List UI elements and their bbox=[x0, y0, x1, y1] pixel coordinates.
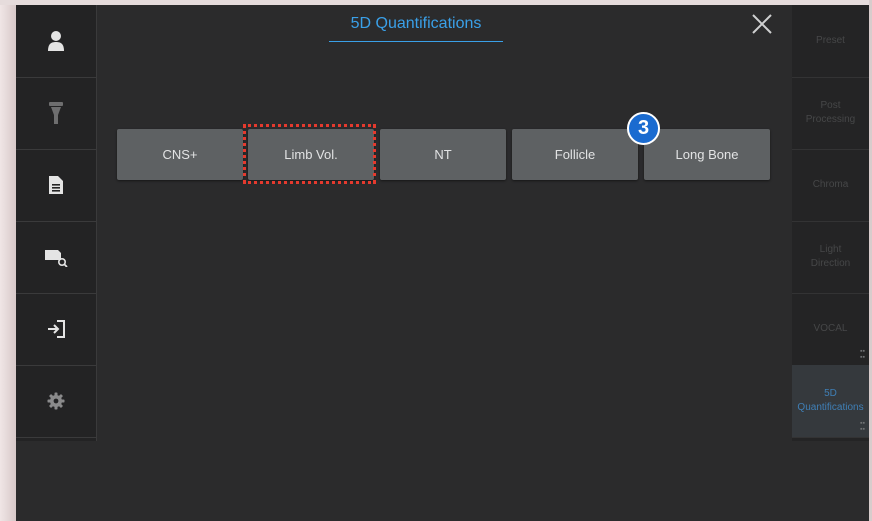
right-item-label: Preset bbox=[816, 35, 845, 46]
ultrasound-screen bbox=[0, 0, 872, 521]
right-item-chroma[interactable]: Chroma bbox=[792, 149, 869, 222]
sidebar-item-patient[interactable] bbox=[16, 5, 96, 78]
sidebar-item-report[interactable] bbox=[16, 149, 96, 222]
right-item-label: Post Processing bbox=[805, 100, 856, 125]
limb-vol-button[interactable]: Limb Vol. bbox=[248, 129, 374, 180]
gear-icon bbox=[47, 392, 65, 410]
screen-bezel-top bbox=[0, 0, 872, 5]
sidebar-item-exit[interactable] bbox=[16, 293, 96, 366]
close-icon[interactable] bbox=[748, 10, 776, 38]
grip-icon: ▪▪ ▪▪ bbox=[860, 348, 865, 361]
right-item-post-processing[interactable]: Post Processing bbox=[792, 77, 869, 150]
image-search-icon bbox=[45, 250, 68, 267]
right-item-label: 5D Quantifications bbox=[797, 388, 864, 413]
right-item-label: Light Direction bbox=[810, 244, 851, 269]
document-icon bbox=[49, 176, 63, 194]
step-number-badge: 3 bbox=[627, 112, 660, 145]
user-icon bbox=[48, 31, 64, 51]
right-item-light-direction[interactable]: Light Direction bbox=[792, 221, 869, 294]
exit-icon bbox=[48, 320, 65, 338]
probe-icon bbox=[49, 102, 63, 124]
right-panel: Preset Post Processing Chroma Light Dire… bbox=[792, 5, 869, 441]
sidebar-item-settings[interactable] bbox=[16, 365, 96, 438]
page-title: 5D Quantifications bbox=[350, 15, 482, 32]
sidebar-item-probe[interactable] bbox=[16, 77, 96, 150]
left-sidebar bbox=[16, 5, 97, 441]
title-underline bbox=[329, 41, 503, 42]
right-item-label: Chroma bbox=[812, 179, 849, 190]
cns-plus-button[interactable]: CNS+ bbox=[117, 129, 243, 180]
right-item-preset[interactable]: Preset bbox=[792, 5, 869, 78]
right-item-5d-quantifications[interactable]: 5D Quantifications ▪▪ ▪▪ bbox=[792, 365, 869, 438]
right-item-vocal[interactable]: VOCAL ▪▪ ▪▪ bbox=[792, 293, 869, 366]
right-item-label: VOCAL bbox=[813, 323, 848, 334]
sidebar-item-review[interactable] bbox=[16, 221, 96, 294]
grip-icon: ▪▪ ▪▪ bbox=[860, 420, 865, 433]
long-bone-button[interactable]: Long Bone bbox=[644, 129, 770, 180]
screen-bezel-left bbox=[0, 0, 16, 521]
follicle-button[interactable]: Follicle bbox=[512, 129, 638, 180]
nt-button[interactable]: NT bbox=[380, 129, 506, 180]
